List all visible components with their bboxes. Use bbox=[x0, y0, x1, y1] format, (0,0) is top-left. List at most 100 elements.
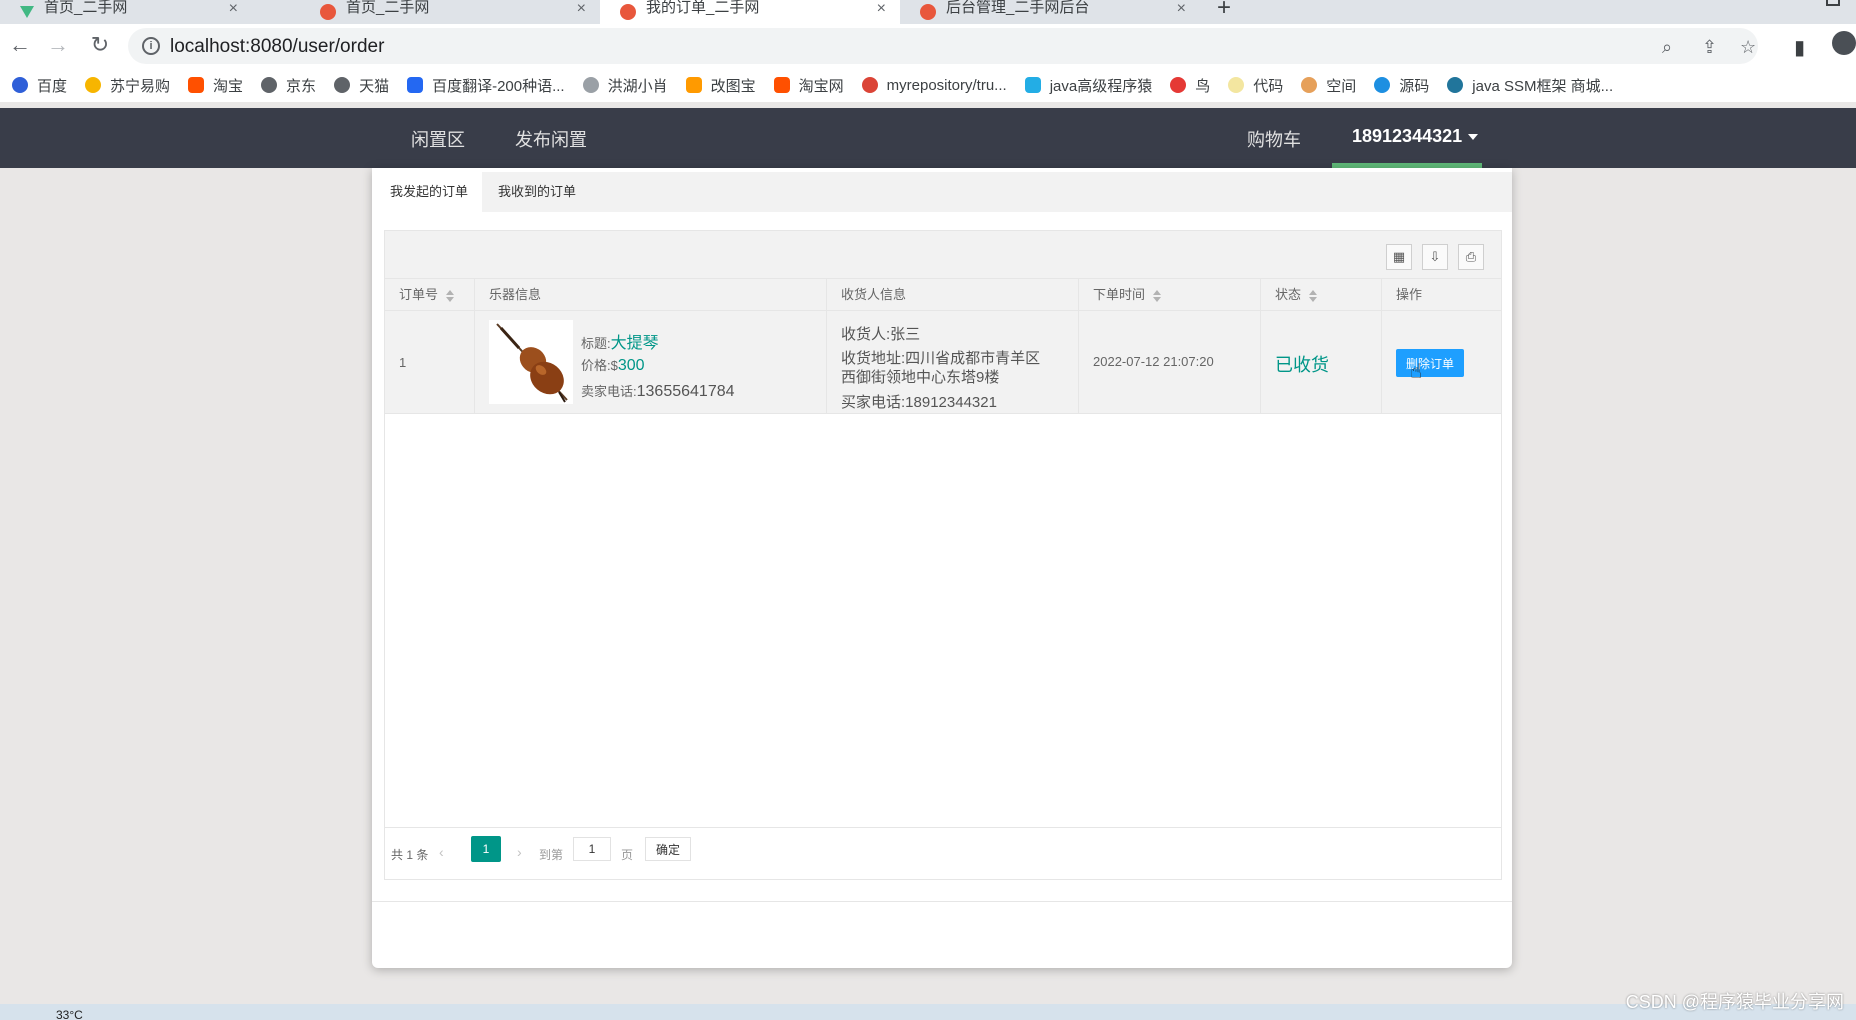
order-time: 2022-07-12 21:07:20 bbox=[1093, 354, 1214, 369]
current-page[interactable]: 1 bbox=[471, 836, 501, 862]
columns-filter-icon[interactable]: ▦ bbox=[1386, 244, 1412, 270]
bookmark-item[interactable]: 淘宝 bbox=[188, 75, 243, 96]
address-bar[interactable]: i localhost:8080/user/order ⌕ ⇪ ☆ bbox=[128, 28, 1758, 64]
confirm-page-button[interactable]: 确定 bbox=[645, 837, 691, 861]
instrument-title-link[interactable]: 大提琴 bbox=[611, 335, 659, 352]
bookmark-item[interactable]: 京东 bbox=[261, 75, 316, 96]
nav-cart[interactable]: 购物车 bbox=[1247, 126, 1301, 152]
bookmark-item[interactable]: 百度 bbox=[12, 75, 67, 96]
site-info-icon[interactable]: i bbox=[142, 37, 160, 55]
order-status: 已收货 bbox=[1275, 355, 1329, 375]
vue-icon bbox=[20, 6, 34, 18]
browser-tab-strip: 首页_二手网 × 首页_二手网 × 我的订单_二手网 × 后台管理_二手网后台 … bbox=[0, 0, 1856, 24]
table-row: 1 标题:大提琴 价格:$300 卖家电话:13655641784 收货人:张三… bbox=[385, 311, 1501, 414]
sort-icon[interactable] bbox=[446, 289, 455, 302]
browser-tab[interactable]: 首页_二手网 × bbox=[0, 0, 252, 24]
bookmark-item[interactable]: 空间 bbox=[1301, 75, 1356, 96]
sort-icon[interactable] bbox=[1309, 289, 1318, 302]
seller-phone: 13655641784 bbox=[636, 383, 735, 400]
bookmark-item[interactable]: 代码 bbox=[1228, 75, 1283, 96]
bilibili-icon bbox=[1024, 77, 1041, 93]
bookmark-item[interactable]: 苏宁易购 bbox=[85, 75, 170, 96]
bookmark-star-icon[interactable]: ☆ bbox=[1740, 37, 1756, 58]
price-label: 价格: bbox=[581, 358, 611, 373]
bookmark-label: 淘宝网 bbox=[798, 77, 844, 95]
user-phone[interactable]: 18912344321 bbox=[1352, 126, 1462, 147]
bookmark-item[interactable]: 淘宝网 bbox=[773, 75, 844, 96]
profile-avatar[interactable] bbox=[1832, 31, 1856, 55]
caret-down-icon[interactable] bbox=[1468, 134, 1478, 140]
bookmark-item[interactable]: 鸟 bbox=[1170, 75, 1210, 96]
nav-idle-area[interactable]: 闲置区 bbox=[411, 126, 465, 152]
user-menu[interactable]: 18912344321 bbox=[1332, 108, 1482, 168]
delete-order-button[interactable]: 删除订单 bbox=[1396, 349, 1464, 377]
bookmark-item[interactable]: 源码 bbox=[1374, 75, 1429, 96]
chrome-icon bbox=[861, 77, 878, 93]
col-order-no[interactable]: 订单号 bbox=[385, 279, 475, 311]
baidu-icon bbox=[12, 77, 28, 93]
forward-arrow-icon[interactable]: → bbox=[46, 32, 70, 58]
nav-publish-idle[interactable]: 发布闲置 bbox=[515, 126, 587, 152]
col-status-label: 状态 bbox=[1275, 287, 1302, 302]
csdn-watermark: CSDN @程序猿毕业分享网 bbox=[1625, 992, 1844, 1012]
page-number-input[interactable] bbox=[573, 837, 611, 861]
col-time[interactable]: 下单时间 bbox=[1079, 279, 1261, 311]
sort-icon[interactable] bbox=[1153, 289, 1162, 302]
browser-tab-active[interactable]: 我的订单_二手网 × bbox=[600, 0, 900, 24]
browser-tab[interactable]: 首页_二手网 × bbox=[300, 0, 600, 24]
close-icon[interactable]: × bbox=[229, 0, 238, 18]
cell-status: 已收货 bbox=[1261, 311, 1382, 414]
bookmarks-bar: 百度 苏宁易购 淘宝 京东 天猫 百度翻译-200种语... 洪湖小肖 改图宝 … bbox=[0, 68, 1856, 102]
close-icon[interactable]: × bbox=[877, 0, 886, 18]
taobao-icon bbox=[188, 77, 205, 93]
bookmark-label: 代码 bbox=[1253, 77, 1284, 95]
col-status[interactable]: 状态 bbox=[1261, 279, 1382, 311]
bookmark-item[interactable]: java SSM框架 商城... bbox=[1447, 75, 1613, 96]
prev-page-icon[interactable]: ‹ bbox=[439, 844, 444, 860]
share-icon[interactable]: ⇪ bbox=[1702, 37, 1717, 58]
cello-image[interactable] bbox=[489, 320, 573, 404]
bookmark-item[interactable]: 百度翻译-200种语... bbox=[407, 75, 565, 96]
globe-icon bbox=[261, 77, 278, 93]
side-panel-icon[interactable]: ▮ bbox=[1794, 35, 1805, 60]
cell-order-no: 1 bbox=[385, 311, 475, 414]
bookmark-item[interactable]: myrepository/tru... bbox=[861, 77, 1007, 94]
title-label: 标题: bbox=[581, 336, 611, 351]
browser-tab-title: 首页_二手网 bbox=[346, 0, 430, 16]
export-icon[interactable]: ⇩ bbox=[1422, 244, 1448, 270]
bookmark-label: 改图宝 bbox=[710, 77, 756, 95]
order-number: 1 bbox=[399, 355, 407, 370]
url-text[interactable]: localhost:8080/user/order bbox=[170, 36, 384, 58]
reload-icon[interactable]: ↻ bbox=[88, 32, 112, 58]
bookmark-label: 天猫 bbox=[359, 77, 390, 95]
col-instrument-label: 乐器信息 bbox=[489, 287, 542, 302]
bird-icon bbox=[582, 77, 599, 93]
tab-received-orders[interactable]: 我收到的订单 bbox=[484, 172, 590, 212]
next-page-icon[interactable]: › bbox=[517, 844, 522, 860]
bookmark-item[interactable]: 洪湖小肖 bbox=[582, 75, 668, 96]
print-icon[interactable]: ⎙ bbox=[1458, 244, 1484, 270]
bookmark-item[interactable]: 天猫 bbox=[334, 75, 389, 96]
browser-tab-title: 首页_二手网 bbox=[44, 0, 128, 16]
buyer-phone: 买家电话:18912344321 bbox=[841, 394, 997, 411]
browser-tab[interactable]: 后台管理_二手网后台 × bbox=[900, 0, 1200, 24]
bookmark-item[interactable]: java高级程序猿 bbox=[1024, 75, 1153, 96]
instrument-title-line: 标题:大提琴 bbox=[581, 329, 659, 353]
page-unit-label: 页 bbox=[621, 848, 634, 862]
bookmark-label: java SSM框架 商城... bbox=[1472, 77, 1614, 95]
total-count: 共 1 条 bbox=[391, 848, 429, 862]
bookmark-item[interactable]: 改图宝 bbox=[685, 75, 756, 96]
source-code-icon bbox=[1374, 77, 1391, 93]
window-control-icon[interactable] bbox=[1826, 0, 1840, 6]
pagination: 共 1 条 ‹ 1 › 到第 页 确定 bbox=[385, 827, 1501, 879]
bird-icon bbox=[1170, 77, 1187, 93]
back-arrow-icon[interactable]: ← bbox=[8, 32, 32, 58]
close-icon[interactable]: × bbox=[1177, 0, 1186, 18]
bookmark-label: java高级程序猿 bbox=[1049, 77, 1153, 95]
zoom-icon[interactable]: ⌕ bbox=[1662, 37, 1672, 58]
bookmark-label: 鸟 bbox=[1195, 77, 1211, 95]
close-icon[interactable]: × bbox=[577, 0, 586, 18]
new-tab-icon[interactable]: + bbox=[1217, 0, 1231, 22]
tab-sent-orders[interactable]: 我发起的订单 bbox=[376, 172, 483, 212]
orders-table: ▦ ⇩ ⎙ 订单号 乐器信息 收货人信息 下单时间 状态 操作 1 标题:大提琴… bbox=[384, 230, 1502, 880]
